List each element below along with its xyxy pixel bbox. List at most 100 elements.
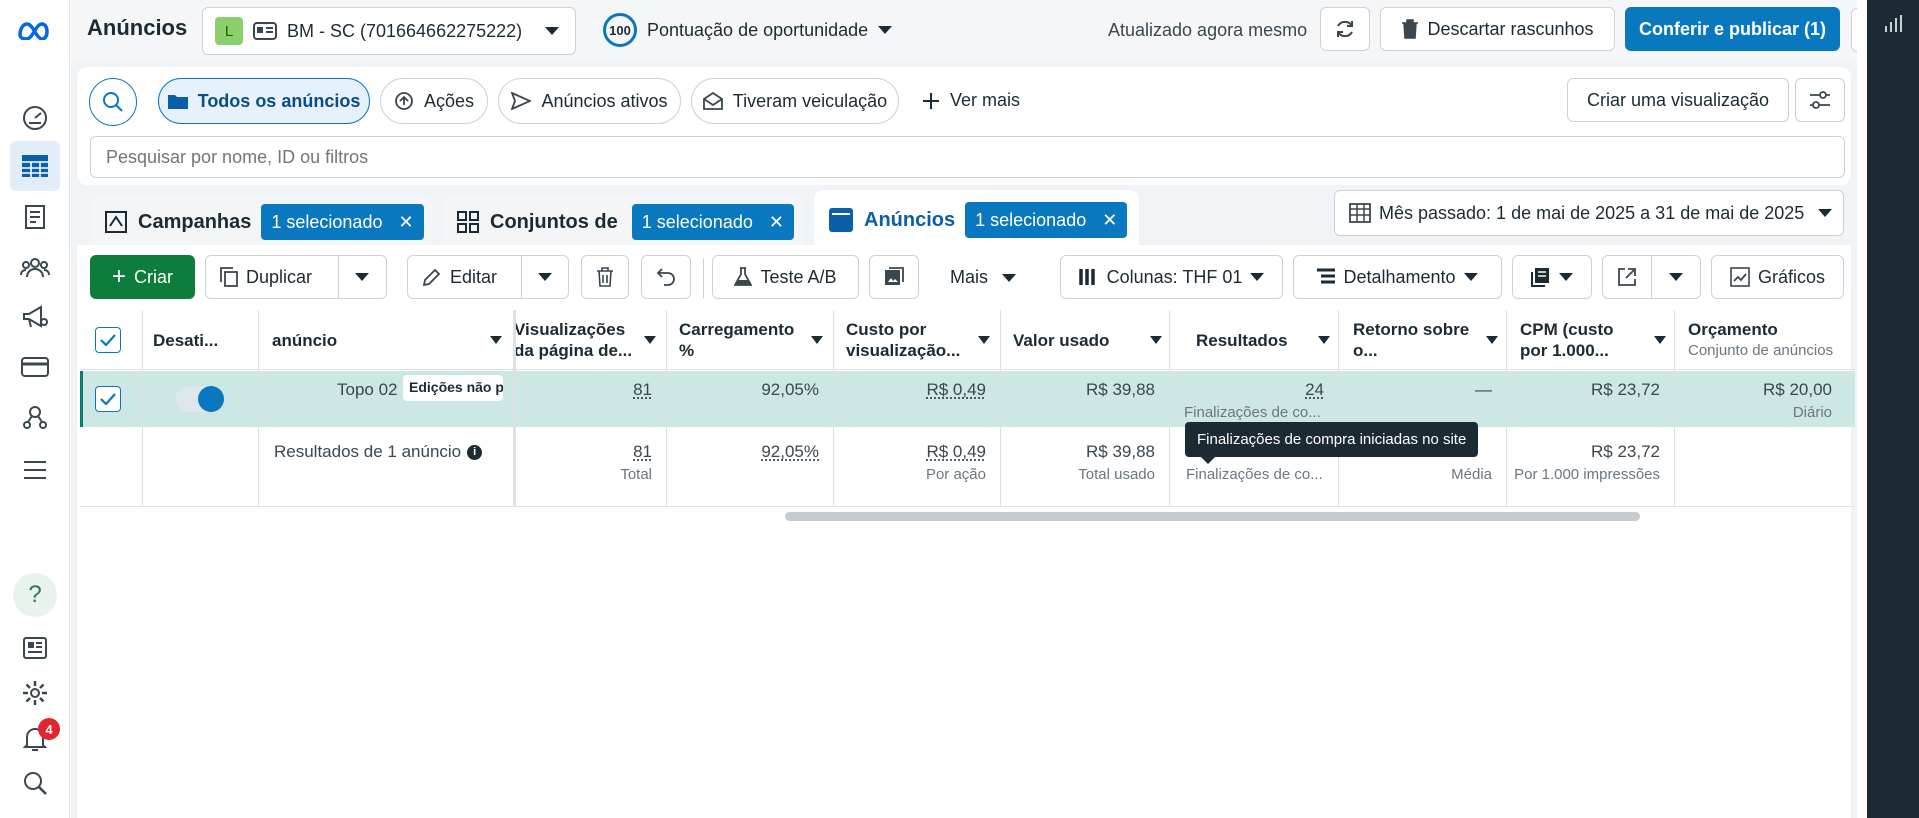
- tab-ads-label: Anúncios: [864, 208, 956, 231]
- delete-button[interactable]: [581, 255, 629, 299]
- adsets-selected-badge[interactable]: 1 selecionado ✕: [631, 204, 794, 240]
- sort-icon[interactable]: [1150, 336, 1162, 344]
- cell-views[interactable]: 81: [504, 380, 666, 400]
- unpublished-edits-tag[interactable]: Edições não p: [403, 375, 503, 401]
- col-load-rate[interactable]: Carregamento%: [669, 315, 829, 369]
- filter-delivered[interactable]: Tiveram veiculação: [691, 78, 899, 124]
- total-cpv[interactable]: R$ 0,49: [836, 442, 1000, 462]
- folder-icon: [167, 95, 188, 109]
- audience-icon[interactable]: [10, 242, 60, 292]
- info-icon[interactable]: i: [467, 444, 483, 460]
- search-icon[interactable]: [10, 758, 60, 808]
- horizontal-scrollbar[interactable]: [785, 512, 1640, 521]
- create-button[interactable]: + Criar: [90, 255, 195, 299]
- search-toggle-button[interactable]: [89, 78, 137, 126]
- close-icon[interactable]: ✕: [1102, 210, 1117, 231]
- campaigns-selected-badge[interactable]: 1 selecionado ✕: [261, 204, 424, 240]
- sliders-icon: [1810, 91, 1830, 109]
- select-all-checkbox[interactable]: [95, 327, 121, 353]
- charts-label: Gráficos: [1757, 266, 1826, 287]
- columns-button[interactable]: Colunas: THF 01: [1060, 255, 1283, 299]
- review-publish-button[interactable]: Conferir e publicar (1): [1625, 7, 1840, 51]
- col-roas[interactable]: Retorno sobre o...: [1343, 315, 1503, 369]
- account-avatar: L: [215, 17, 243, 45]
- col-label: Custo por: [846, 320, 927, 339]
- discard-drafts-button[interactable]: Descartar rascunhos: [1380, 7, 1615, 51]
- sort-icon[interactable]: [1654, 336, 1666, 344]
- total-views[interactable]: 81: [504, 442, 666, 462]
- reports-button[interactable]: [1512, 255, 1592, 299]
- ads-table-icon[interactable]: [10, 141, 60, 191]
- col-page-views[interactable]: Visualizações da página de...: [504, 315, 654, 369]
- notifications-bell-icon[interactable]: 4: [10, 714, 60, 764]
- close-icon[interactable]: ✕: [398, 212, 413, 233]
- trash-icon: [1402, 19, 1419, 39]
- undo-button[interactable]: [641, 255, 691, 299]
- cell-cpv[interactable]: R$ 0,49: [836, 380, 1000, 400]
- sort-icon[interactable]: [1486, 336, 1498, 344]
- date-range-picker[interactable]: Mês passado: 1 de mai de 2025 a 31 de ma…: [1334, 190, 1844, 236]
- campaign-megaphone-icon[interactable]: [10, 292, 60, 342]
- export-icon: [1618, 268, 1636, 286]
- duplicate-dropdown-icon[interactable]: [355, 273, 369, 281]
- checkmark-icon: [100, 393, 116, 405]
- filter-actions[interactable]: Ações: [380, 78, 488, 124]
- ad-toggle[interactable]: [176, 386, 224, 412]
- tab-ads[interactable]: Anúncios 1 selecionado ✕: [814, 190, 1139, 250]
- ads-selected-badge[interactable]: 1 selecionado ✕: [965, 202, 1128, 238]
- sort-icon[interactable]: [811, 336, 823, 344]
- more-label: Mais: [950, 267, 989, 287]
- creative-preview-button[interactable]: [869, 255, 919, 299]
- search-input[interactable]: [90, 136, 1845, 178]
- view-settings-button[interactable]: [1795, 78, 1845, 122]
- account-selector[interactable]: L BM - SC (701664662275222): [202, 7, 576, 55]
- billing-card-icon[interactable]: [10, 342, 60, 392]
- meta-logo[interactable]: [10, 5, 60, 55]
- pages-icon[interactable]: [10, 192, 60, 242]
- settings-gear-icon[interactable]: [10, 668, 60, 718]
- news-icon[interactable]: [10, 623, 60, 673]
- flask-icon: [734, 267, 753, 286]
- cell-results[interactable]: 24: [1172, 380, 1338, 400]
- sort-icon[interactable]: [1318, 336, 1330, 344]
- ab-test-button[interactable]: Teste A/B: [712, 255, 859, 299]
- cell-roas: —: [1475, 380, 1492, 399]
- business-card-icon: [253, 22, 277, 40]
- columns-icon: [1078, 269, 1095, 285]
- total-views-sub: Total: [620, 466, 652, 483]
- ad-name[interactable]: Topo 02: [337, 380, 398, 400]
- tab-adsets[interactable]: Conjuntos de 1 selecionado ✕: [442, 194, 804, 250]
- bar-chart-icon[interactable]: [1883, 14, 1903, 34]
- all-tools-menu-icon[interactable]: [10, 445, 60, 495]
- sort-icon[interactable]: [644, 336, 656, 344]
- opportunity-score[interactable]: 100 Pontuação de oportunidade: [603, 13, 893, 47]
- cell-budget[interactable]: R$ 20,00: [1676, 380, 1846, 400]
- total-load[interactable]: 92,05%: [669, 442, 833, 462]
- charts-button[interactable]: Gráficos: [1711, 255, 1844, 299]
- col-divider: [1000, 310, 1001, 507]
- close-icon[interactable]: ✕: [769, 212, 784, 233]
- edit-dropdown-icon[interactable]: [538, 273, 552, 281]
- refresh-button[interactable]: [1320, 7, 1370, 51]
- help-icon[interactable]: ?: [13, 573, 57, 617]
- more-button[interactable]: Mais: [950, 267, 1017, 288]
- see-more-filters[interactable]: Ver mais: [922, 90, 1020, 111]
- dashboard-icon[interactable]: [10, 92, 60, 142]
- row-checkbox[interactable]: [95, 386, 121, 412]
- collapsed-panel-tab[interactable]: [1851, 8, 1857, 52]
- col-budget[interactable]: Orçamento Conjunto de anúncios: [1678, 315, 1858, 369]
- divider: [1651, 256, 1652, 298]
- tab-campaigns[interactable]: Campanhas 1 selecionado ✕: [90, 194, 432, 250]
- col-cost-per-view[interactable]: Custo por visualização...: [836, 315, 996, 369]
- col-divider: [833, 310, 834, 507]
- filter-active-ads[interactable]: Anúncios ativos: [498, 78, 681, 124]
- events-manager-icon[interactable]: [10, 392, 60, 442]
- tooltip-arrow: [1201, 457, 1215, 464]
- col-cpm[interactable]: CPM (custo por 1.000...: [1510, 315, 1670, 369]
- filter-all-ads[interactable]: Todos os anúncios: [158, 78, 370, 124]
- sort-icon[interactable]: [490, 336, 502, 344]
- export-dropdown-icon[interactable]: [1669, 273, 1683, 281]
- sort-icon[interactable]: [978, 336, 990, 344]
- create-view-button[interactable]: Criar uma visualização: [1567, 78, 1789, 122]
- breakdown-button[interactable]: Detalhamento: [1293, 255, 1502, 299]
